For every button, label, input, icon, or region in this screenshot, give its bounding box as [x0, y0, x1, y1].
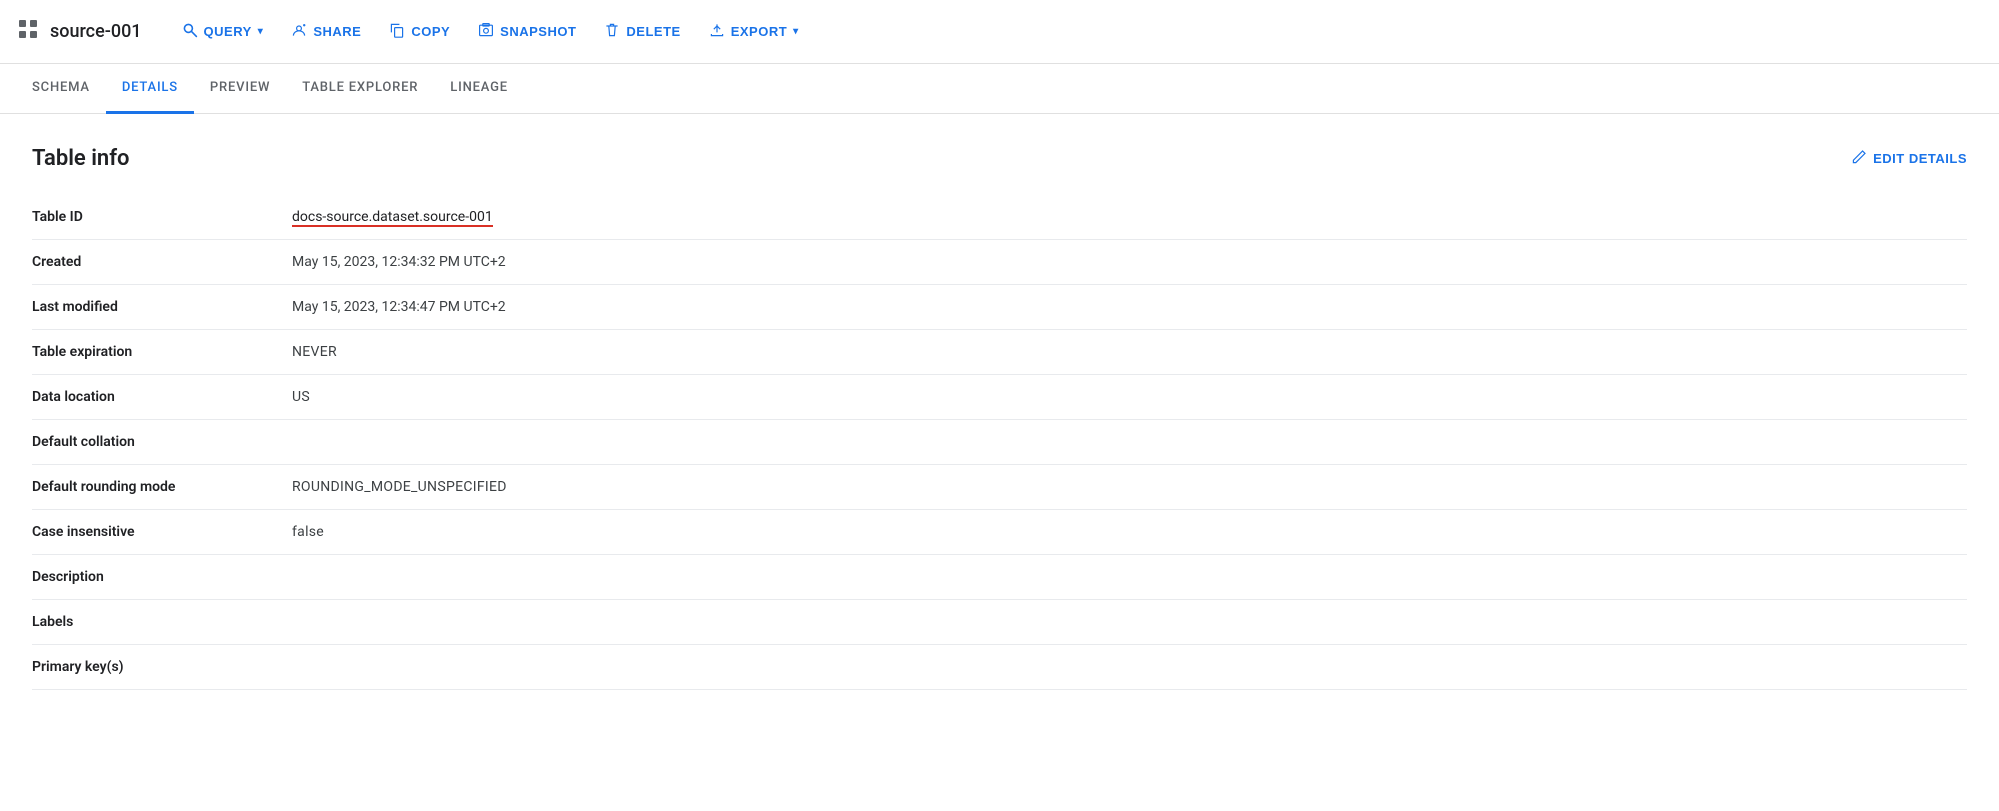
tab-table-explorer[interactable]: TABLE EXPLORER: [286, 64, 434, 114]
edit-icon: [1851, 149, 1867, 168]
table-row: Primary key(s): [32, 645, 1967, 690]
query-button[interactable]: QUERY ▾: [170, 14, 276, 49]
row-label: Default rounding mode: [32, 465, 252, 510]
delete-label: DELETE: [626, 24, 680, 39]
tab-details[interactable]: DETAILS: [106, 64, 194, 114]
share-icon: [291, 22, 307, 41]
edit-details-button[interactable]: EDIT DETAILS: [1851, 149, 1967, 168]
row-value: May 15, 2023, 12:34:47 PM UTC+2: [252, 285, 1967, 330]
toolbar-title: source-001: [16, 17, 142, 46]
tab-preview[interactable]: PREVIEW: [194, 64, 286, 114]
row-label: Created: [32, 240, 252, 285]
row-value: docs-source.dataset.source-001: [252, 195, 1967, 240]
table-row: Case insensitive false: [32, 510, 1967, 555]
resource-title: source-001: [50, 21, 142, 42]
delete-button[interactable]: DELETE: [592, 14, 692, 49]
snapshot-icon: [478, 22, 494, 41]
export-dropdown-arrow: ▾: [793, 26, 799, 37]
export-label: EXPORT: [731, 24, 787, 39]
export-icon: [709, 22, 725, 41]
table-grid-icon: [16, 17, 40, 46]
toolbar: source-001 QUERY ▾ SHARE COPY: [0, 0, 1999, 64]
export-button[interactable]: EXPORT ▾: [697, 14, 811, 49]
query-dropdown-arrow: ▾: [258, 26, 264, 37]
query-icon: [182, 22, 198, 41]
main-content: Table info EDIT DETAILS Table ID docs-so…: [0, 114, 1999, 722]
row-label: Table ID: [32, 195, 252, 240]
delete-icon: [604, 22, 620, 41]
tabs-bar: SCHEMA DETAILS PREVIEW TABLE EXPLORER LI…: [0, 64, 1999, 114]
copy-label: COPY: [411, 24, 450, 39]
table-row: Created May 15, 2023, 12:34:32 PM UTC+2: [32, 240, 1967, 285]
tab-lineage[interactable]: LINEAGE: [434, 64, 524, 114]
info-table: Table ID docs-source.dataset.source-001 …: [32, 195, 1967, 690]
row-value: US: [252, 375, 1967, 420]
row-value: [252, 600, 1967, 645]
row-label: Default collation: [32, 420, 252, 465]
snapshot-button[interactable]: SNAPSHOT: [466, 14, 588, 49]
share-label: SHARE: [313, 24, 361, 39]
table-row: Table ID docs-source.dataset.source-001: [32, 195, 1967, 240]
row-value: [252, 555, 1967, 600]
row-value: NEVER: [252, 330, 1967, 375]
row-label: Data location: [32, 375, 252, 420]
table-row: Table expiration NEVER: [32, 330, 1967, 375]
section-header: Table info EDIT DETAILS: [32, 146, 1967, 171]
row-label: Primary key(s): [32, 645, 252, 690]
tab-schema[interactable]: SCHEMA: [16, 64, 106, 114]
row-value: [252, 420, 1967, 465]
table-row: Default collation: [32, 420, 1967, 465]
row-label: Description: [32, 555, 252, 600]
table-row: Default rounding mode ROUNDING_MODE_UNSP…: [32, 465, 1967, 510]
table-row: Data location US: [32, 375, 1967, 420]
row-label: Labels: [32, 600, 252, 645]
section-title: Table info: [32, 146, 130, 171]
edit-details-label: EDIT DETAILS: [1873, 151, 1967, 166]
row-value: ROUNDING_MODE_UNSPECIFIED: [252, 465, 1967, 510]
row-value: [252, 645, 1967, 690]
query-label: QUERY: [204, 24, 252, 39]
row-value: false: [252, 510, 1967, 555]
row-label: Last modified: [32, 285, 252, 330]
row-label: Table expiration: [32, 330, 252, 375]
copy-button[interactable]: COPY: [377, 14, 462, 49]
row-value: May 15, 2023, 12:34:32 PM UTC+2: [252, 240, 1967, 285]
table-row: Labels: [32, 600, 1967, 645]
table-row: Last modified May 15, 2023, 12:34:47 PM …: [32, 285, 1967, 330]
snapshot-label: SNAPSHOT: [500, 24, 576, 39]
table-row: Description: [32, 555, 1967, 600]
share-button[interactable]: SHARE: [279, 14, 373, 49]
copy-icon: [389, 22, 405, 41]
row-label: Case insensitive: [32, 510, 252, 555]
table-id-link[interactable]: docs-source.dataset.source-001: [292, 209, 493, 227]
